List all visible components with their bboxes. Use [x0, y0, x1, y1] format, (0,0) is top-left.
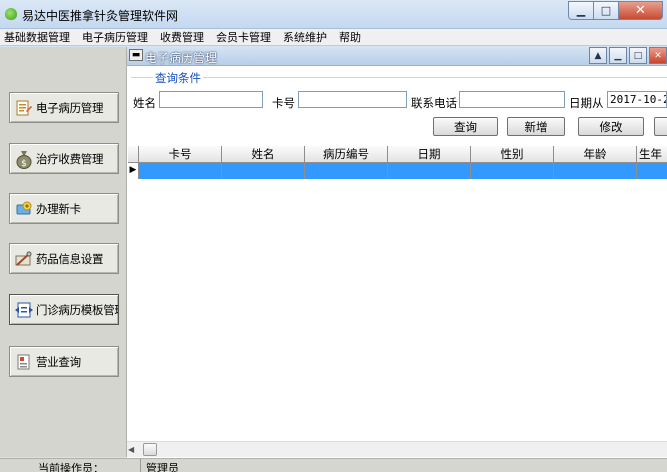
- table-cell[interactable]: [139, 163, 222, 179]
- table-cell[interactable]: [388, 163, 471, 179]
- column-header-age[interactable]: 年龄: [554, 146, 637, 162]
- query-group-divider: [131, 77, 667, 78]
- medicine-settings-icon: [14, 249, 34, 269]
- sidebar-button-template[interactable]: 门诊病历模板管理: [9, 294, 119, 325]
- sidebar-button-label: 营业查询: [36, 354, 81, 369]
- operator-label: 当前操作员：: [38, 462, 104, 472]
- column-header-name[interactable]: 姓名: [222, 146, 305, 162]
- add-button[interactable]: 新增: [507, 117, 565, 136]
- minimize-button[interactable]: ▁: [568, 1, 594, 20]
- status-divider: [140, 459, 141, 472]
- menu-billing[interactable]: 收费管理: [154, 29, 210, 46]
- status-bar: 当前操作员： 管理员: [0, 458, 667, 472]
- sidebar-button-label: 门诊病历模板管理: [36, 302, 119, 317]
- child-window-controls: ▲ ▁ □ ✕: [587, 47, 667, 64]
- menu-bar: 基础数据管理 电子病历管理 收费管理 会员卡管理 系统维护 帮助: [0, 29, 667, 46]
- child-close-button[interactable]: ✕: [649, 47, 667, 64]
- child-window-title-bar: ▬ 电子病历管理 ▲ ▁ □ ✕: [127, 46, 667, 66]
- sidebar: 电子病历管理 $ 治疗收费管理 办理新卡 药品信息设置 门诊病历模板管理 营业查…: [0, 47, 127, 457]
- menu-help[interactable]: 帮助: [333, 29, 367, 46]
- sidebar-button-label: 治疗收费管理: [36, 151, 104, 166]
- table-header: 卡号 姓名 病历编号 日期 性别 年龄 生年: [128, 146, 667, 163]
- template-icon: [14, 300, 34, 320]
- child-window-title: 电子病历管理: [145, 51, 218, 65]
- name-label: 姓名: [133, 96, 156, 110]
- sidebar-button-medical-records[interactable]: 电子病历管理: [9, 92, 119, 123]
- medical-record-icon: [14, 98, 34, 118]
- date-from-label: 日期从: [569, 96, 604, 110]
- records-table[interactable]: 卡号 姓名 病历编号 日期 性别 年龄 生年 ▶: [128, 146, 667, 179]
- current-row-indicator: ▶: [128, 163, 139, 179]
- window-title-bar: 易达中医推拿针灸管理软件网 ▁ □ ✕: [0, 0, 667, 29]
- phone-label: 联系电话: [411, 96, 457, 110]
- row-indicator-header: [128, 146, 139, 162]
- table-row[interactable]: ▶: [128, 163, 667, 179]
- operator-value: 管理员: [146, 462, 179, 472]
- money-bag-icon: $: [14, 149, 34, 169]
- table-cell[interactable]: [554, 163, 637, 179]
- medical-record-window: ▬ 电子病历管理 ▲ ▁ □ ✕ 查询条件 姓名 卡号 联系电话 日期从 201…: [127, 46, 667, 458]
- menu-medical-records[interactable]: 电子病历管理: [76, 29, 154, 46]
- close-button[interactable]: ✕: [619, 1, 663, 20]
- child-minimize-button[interactable]: ▁: [609, 47, 627, 64]
- query-button[interactable]: 查询: [433, 117, 498, 136]
- table-cell[interactable]: [305, 163, 388, 179]
- app-logo-icon: [5, 8, 17, 20]
- horizontal-scrollbar[interactable]: ◀: [127, 441, 667, 457]
- window-menu-icon[interactable]: ▬: [129, 49, 143, 61]
- window-title: 易达中医推拿针灸管理软件网: [22, 9, 179, 23]
- scroll-left-arrow-icon[interactable]: ◀: [128, 445, 134, 454]
- child-collapse-button[interactable]: ▲: [589, 47, 607, 64]
- window-controls: ▁ □ ✕: [568, 1, 663, 20]
- menu-basic-data[interactable]: 基础数据管理: [0, 29, 76, 46]
- column-header-card-number[interactable]: 卡号: [139, 146, 222, 162]
- table-cell[interactable]: [471, 163, 554, 179]
- column-header-birth-year[interactable]: 生年: [637, 146, 667, 162]
- sidebar-button-billing[interactable]: $ 治疗收费管理: [9, 143, 119, 174]
- card-number-field[interactable]: [298, 91, 407, 108]
- column-header-record-number[interactable]: 病历编号: [305, 146, 388, 162]
- menu-system-maintenance[interactable]: 系统维护: [277, 29, 333, 46]
- edit-button[interactable]: 修改: [578, 117, 644, 136]
- name-field[interactable]: [159, 91, 263, 108]
- sidebar-button-label: 药品信息设置: [36, 251, 104, 266]
- column-header-date[interactable]: 日期: [388, 146, 471, 162]
- business-query-icon: [14, 352, 34, 372]
- sidebar-button-medicine-settings[interactable]: 药品信息设置: [9, 243, 119, 274]
- new-card-icon: [14, 199, 34, 219]
- sidebar-button-new-card[interactable]: 办理新卡: [9, 193, 119, 224]
- sidebar-button-label: 电子病历管理: [36, 100, 104, 115]
- table-cell[interactable]: [222, 163, 305, 179]
- svg-text:$: $: [21, 159, 27, 169]
- next-action-button-partial[interactable]: [654, 117, 667, 136]
- sidebar-button-business-query[interactable]: 营业查询: [9, 346, 119, 377]
- sidebar-button-label: 办理新卡: [36, 201, 81, 216]
- phone-field[interactable]: [459, 91, 565, 108]
- card-number-label: 卡号: [272, 96, 295, 110]
- maximize-button[interactable]: □: [594, 1, 619, 20]
- date-from-field[interactable]: 2017-10-27: [607, 91, 667, 108]
- query-group-label: 查询条件: [153, 70, 203, 86]
- menu-member-card[interactable]: 会员卡管理: [210, 29, 277, 46]
- scrollbar-thumb[interactable]: [143, 443, 157, 456]
- column-header-gender[interactable]: 性别: [471, 146, 554, 162]
- table-cell[interactable]: [637, 163, 667, 179]
- child-maximize-button[interactable]: □: [629, 47, 647, 64]
